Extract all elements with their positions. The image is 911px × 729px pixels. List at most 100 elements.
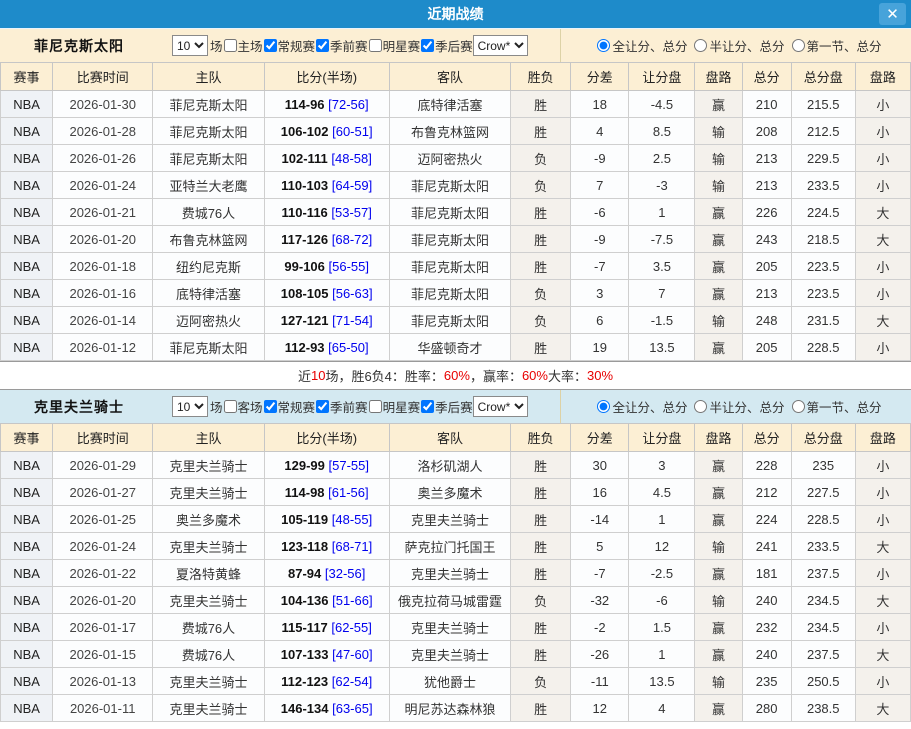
total-points-cell: 205 bbox=[742, 253, 791, 280]
total-line-cell: 237.5 bbox=[791, 560, 855, 587]
handicap-line-cell: -2.5 bbox=[629, 560, 695, 587]
handicap-line-cell: 3 bbox=[629, 452, 695, 479]
league-cell: NBA bbox=[1, 479, 53, 506]
filter-checkbox-input[interactable] bbox=[316, 400, 329, 413]
filter-checkbox-input[interactable] bbox=[224, 400, 237, 413]
total-result-cell: 大 bbox=[855, 533, 910, 560]
point-diff-cell: -11 bbox=[571, 668, 629, 695]
total-points-cell: 240 bbox=[742, 641, 791, 668]
total-points-cell: 181 bbox=[742, 560, 791, 587]
handicap-result-cell: 赢 bbox=[695, 226, 742, 253]
half-time-score: [68-71] bbox=[328, 539, 372, 554]
filter-checkbox-input[interactable] bbox=[421, 39, 434, 52]
filter-label: 明星赛 bbox=[383, 36, 421, 55]
score-cell: 114-98 [61-56] bbox=[264, 479, 389, 506]
score-cell: 102-111 [48-58] bbox=[264, 145, 389, 172]
full-time-score: 108-105 bbox=[281, 286, 329, 301]
games-count-select[interactable]: 10 bbox=[172, 396, 208, 417]
handicap-line-cell: -7.5 bbox=[629, 226, 695, 253]
handicap-line-cell: -4.5 bbox=[629, 91, 695, 118]
point-diff-cell: -26 bbox=[571, 641, 629, 668]
total-line-cell: 235 bbox=[791, 452, 855, 479]
point-diff-cell: 18 bbox=[571, 91, 629, 118]
column-header: 盘路 bbox=[695, 424, 742, 452]
league-cell: NBA bbox=[1, 307, 53, 334]
filter-checkbox-主场: 主场 bbox=[223, 36, 263, 55]
filter-checkbox-input[interactable] bbox=[369, 400, 382, 413]
view-radio-option: 半让分、总分 bbox=[687, 397, 784, 416]
games-count-select[interactable]: 10 bbox=[172, 35, 208, 56]
filter-checkbox-input[interactable] bbox=[264, 39, 277, 52]
date-cell: 2026-01-26 bbox=[53, 145, 153, 172]
close-button[interactable]: ✕ bbox=[879, 3, 906, 25]
home-team-cell: 费城76人 bbox=[153, 614, 264, 641]
full-time-score: 107-133 bbox=[281, 647, 329, 662]
score-cell: 99-106 [56-55] bbox=[264, 253, 389, 280]
filter-checkbox-input[interactable] bbox=[316, 39, 329, 52]
date-cell: 2026-01-28 bbox=[53, 118, 153, 145]
table-row: NBA2026-01-13克里夫兰骑士112-123 [62-54]犹他爵士负-… bbox=[1, 668, 911, 695]
score-cell: 110-103 [64-59] bbox=[264, 172, 389, 199]
filter-checkbox-input[interactable] bbox=[264, 400, 277, 413]
result-cell: 胜 bbox=[511, 506, 571, 533]
view-radio-input[interactable] bbox=[597, 400, 610, 413]
handicap-result-cell: 输 bbox=[695, 118, 742, 145]
league-cell: NBA bbox=[1, 172, 53, 199]
handicap-line-cell: 12 bbox=[629, 533, 695, 560]
total-points-cell: 240 bbox=[742, 587, 791, 614]
half-time-score: [72-56] bbox=[325, 97, 369, 112]
handicap-result-cell: 输 bbox=[695, 145, 742, 172]
view-radio-input[interactable] bbox=[597, 39, 610, 52]
total-line-cell: 250.5 bbox=[791, 668, 855, 695]
season-select[interactable]: Crow* bbox=[473, 396, 528, 417]
view-radio-input[interactable] bbox=[792, 400, 805, 413]
date-cell: 2026-01-21 bbox=[53, 199, 153, 226]
filter-checkbox-季前赛: 季前赛 bbox=[315, 36, 368, 55]
table-row: NBA2026-01-25奥兰多魔术105-119 [48-55]克里夫兰骑士胜… bbox=[1, 506, 911, 533]
view-radio-input[interactable] bbox=[694, 400, 707, 413]
filter-checkbox-input[interactable] bbox=[369, 39, 382, 52]
home-team-cell: 克里夫兰骑士 bbox=[153, 479, 264, 506]
table-row: NBA2026-01-18纽约尼克斯99-106 [56-55]菲尼克斯太阳胜-… bbox=[1, 253, 911, 280]
handicap-result-cell: 输 bbox=[695, 587, 742, 614]
home-team-cell: 奥兰多魔术 bbox=[153, 506, 264, 533]
league-cell: NBA bbox=[1, 226, 53, 253]
handicap-line-cell: 2.5 bbox=[629, 145, 695, 172]
column-header: 让分盘 bbox=[629, 63, 695, 91]
column-header: 总分 bbox=[742, 424, 791, 452]
filter-label: 客场 bbox=[238, 397, 263, 416]
league-cell: NBA bbox=[1, 614, 53, 641]
handicap-result-cell: 输 bbox=[695, 533, 742, 560]
result-cell: 胜 bbox=[511, 226, 571, 253]
date-cell: 2026-01-18 bbox=[53, 253, 153, 280]
result-cell: 负 bbox=[511, 307, 571, 334]
full-time-score: 127-121 bbox=[281, 313, 329, 328]
view-radio-input[interactable] bbox=[694, 39, 707, 52]
full-time-score: 115-117 bbox=[282, 620, 328, 635]
filter-label: 常规赛 bbox=[278, 36, 316, 55]
score-cell: 105-119 [48-55] bbox=[264, 506, 389, 533]
total-result-cell: 大 bbox=[855, 695, 910, 722]
column-header: 盘路 bbox=[855, 63, 910, 91]
total-points-cell: 210 bbox=[742, 91, 791, 118]
handicap-line-cell: 7 bbox=[629, 280, 695, 307]
point-diff-cell: 4 bbox=[571, 118, 629, 145]
total-line-cell: 237.5 bbox=[791, 641, 855, 668]
season-select[interactable]: Crow* bbox=[473, 35, 528, 56]
total-line-cell: 227.5 bbox=[791, 479, 855, 506]
view-radio-input[interactable] bbox=[792, 39, 805, 52]
league-cell: NBA bbox=[1, 695, 53, 722]
half-time-score: [71-54] bbox=[329, 313, 373, 328]
total-result-cell: 小 bbox=[855, 172, 910, 199]
filter-checkbox-input[interactable] bbox=[421, 400, 434, 413]
league-cell: NBA bbox=[1, 560, 53, 587]
team-name: 菲尼克斯太阳 bbox=[34, 36, 172, 56]
league-cell: NBA bbox=[1, 334, 53, 361]
filter-checkbox-input[interactable] bbox=[224, 39, 237, 52]
league-cell: NBA bbox=[1, 118, 53, 145]
point-diff-cell: -2 bbox=[571, 614, 629, 641]
total-line-cell: 215.5 bbox=[791, 91, 855, 118]
handicap-result-cell: 赢 bbox=[695, 560, 742, 587]
filter-checkbox-季后赛: 季后赛 bbox=[420, 36, 473, 55]
total-points-cell: 213 bbox=[742, 280, 791, 307]
